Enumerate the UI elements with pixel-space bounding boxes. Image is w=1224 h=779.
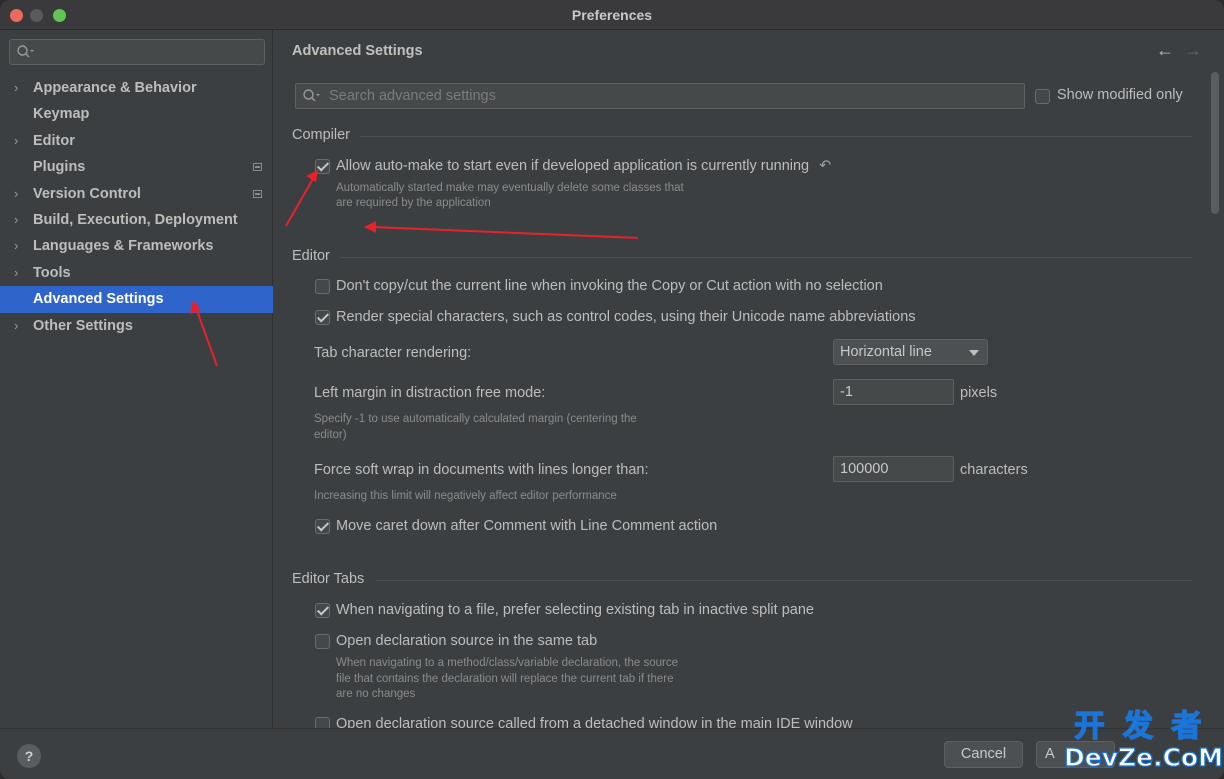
section-divider xyxy=(360,136,1192,137)
sidebar-item-label: Plugins xyxy=(33,159,86,176)
left-margin-hint-line-1: Specify -1 to use automatically calculat… xyxy=(314,413,637,425)
settings-nav: › Appearance & Behavior Keymap › Editor … xyxy=(0,75,273,339)
open-same-tab-hint-line-2: file that contains the declaration will … xyxy=(336,673,674,685)
open-same-tab-hint-line-1: When navigating to a method/class/variab… xyxy=(336,657,679,669)
soft-wrap-input[interactable]: 100000 xyxy=(833,456,954,482)
settings-sidebar: › Appearance & Behavior Keymap › Editor … xyxy=(0,30,273,728)
checkbox[interactable] xyxy=(1035,89,1050,104)
sidebar-item-label: Advanced Settings xyxy=(33,291,164,308)
soft-wrap-hint: Increasing this limit will negatively af… xyxy=(314,490,617,502)
automake-hint-line-1: Automatically started make may eventuall… xyxy=(336,182,684,194)
help-button[interactable]: ? xyxy=(17,744,41,768)
tab-rendering-value: Horizontal line xyxy=(840,344,932,360)
render-special-checkbox[interactable] xyxy=(315,310,330,325)
forward-arrow-icon[interactable]: → xyxy=(1184,40,1202,61)
section-title-editor: Editor xyxy=(292,248,330,264)
render-special-label: Render special characters, such as contr… xyxy=(336,309,916,325)
prefer-existing-tab-label: When navigating to a file, prefer select… xyxy=(336,602,814,618)
tab-rendering-label: Tab character rendering: xyxy=(314,345,472,361)
prefer-existing-tab-checkbox[interactable] xyxy=(315,603,330,618)
reset-icon[interactable]: ↶ xyxy=(819,158,831,174)
vertical-scrollbar[interactable] xyxy=(1211,72,1219,214)
sidebar-item-tools[interactable]: › Tools xyxy=(0,260,273,286)
open-detached-checkbox[interactable] xyxy=(315,717,330,728)
watermark-logo: 开 发 者 DevZe.CoM xyxy=(1063,709,1223,774)
chevron-right-icon: › xyxy=(14,211,19,227)
sidebar-item-label: Appearance & Behavior xyxy=(33,80,197,96)
left-margin-unit: pixels xyxy=(960,385,998,401)
left-margin-input[interactable]: -1 xyxy=(833,379,954,405)
chevron-right-icon: › xyxy=(14,264,19,280)
move-caret-label: Move caret down after Comment with Line … xyxy=(336,518,718,534)
sidebar-item-version-control[interactable]: › Version Control xyxy=(0,181,273,207)
automake-label-text: Allow auto-make to start even if develop… xyxy=(336,158,810,174)
automake-hint-line-2: are required by the application xyxy=(336,197,491,209)
chevron-right-icon: › xyxy=(14,238,19,254)
chevron-right-icon: › xyxy=(14,80,19,95)
sidebar-item-other-settings[interactable]: › Other Settings xyxy=(0,313,273,339)
move-caret-checkbox[interactable] xyxy=(315,519,330,534)
search-icon xyxy=(303,89,320,102)
chevron-right-icon: › xyxy=(14,185,19,201)
sidebar-item-keymap[interactable]: Keymap xyxy=(0,101,273,127)
open-same-tab-checkbox[interactable] xyxy=(315,634,330,649)
search-input[interactable] xyxy=(329,87,1009,105)
cancel-button[interactable]: Cancel xyxy=(944,741,1023,768)
watermark-line-2: DevZe.CoM xyxy=(1063,743,1223,772)
section-title-editor-tabs: Editor Tabs xyxy=(292,571,365,587)
sidebar-search-input[interactable] xyxy=(9,39,265,65)
show-modified-only-label: Show modified only xyxy=(1057,87,1183,103)
automake-checkbox[interactable] xyxy=(315,159,330,174)
search-icon xyxy=(17,45,34,58)
settings-content: Advanced Settings ← → Show modified only… xyxy=(274,30,1224,728)
advanced-settings-search[interactable] xyxy=(295,83,1025,109)
chevron-right-icon: › xyxy=(14,317,19,333)
sidebar-item-languages-frameworks[interactable]: › Languages & Frameworks xyxy=(0,233,273,259)
automake-label: Allow auto-make to start even if develop… xyxy=(336,158,831,174)
open-same-tab-hint-line-3: are no changes xyxy=(336,688,416,700)
window-title: Preferences xyxy=(571,7,653,23)
soft-wrap-unit: characters xyxy=(960,462,1028,478)
sidebar-item-plugins[interactable]: Plugins xyxy=(0,154,273,180)
tab-rendering-dropdown[interactable]: Horizontal line xyxy=(833,339,988,365)
copy-cut-label: Don't copy/cut the current line when inv… xyxy=(336,278,883,294)
sidebar-item-label: Tools xyxy=(33,264,71,281)
sidebar-item-advanced-settings[interactable]: Advanced Settings xyxy=(0,286,273,313)
section-divider xyxy=(340,257,1192,258)
sidebar-item-label: Build, Execution, Deployment xyxy=(33,211,238,228)
open-same-tab-label: Open declaration source in the same tab xyxy=(336,633,598,649)
watermark-line-1: 开 发 者 xyxy=(1074,709,1206,745)
open-detached-label: Open declaration source called from a de… xyxy=(336,716,853,728)
chevron-right-icon: › xyxy=(14,132,19,148)
left-margin-label: Left margin in distraction free mode: xyxy=(314,385,546,401)
copy-cut-checkbox[interactable] xyxy=(315,279,330,294)
sidebar-item-label: Other Settings xyxy=(33,317,133,334)
modified-indicator-icon xyxy=(253,189,262,198)
left-margin-hint-line-2: editor) xyxy=(314,429,347,441)
page-title: Advanced Settings xyxy=(292,43,423,59)
modified-indicator-icon xyxy=(253,163,262,172)
sidebar-item-label: Editor xyxy=(33,132,75,149)
sidebar-item-editor[interactable]: › Editor xyxy=(0,128,273,154)
sidebar-item-label: Keymap xyxy=(33,106,90,123)
soft-wrap-label: Force soft wrap in documents with lines … xyxy=(314,462,649,478)
section-divider xyxy=(376,580,1192,581)
section-title-compiler: Compiler xyxy=(292,127,351,143)
preferences-window: Preferences › Appearance & Behavior Keym… xyxy=(0,0,1224,779)
sidebar-item-build-execution-deployment[interactable]: › Build, Execution, Deployment xyxy=(0,207,273,233)
sidebar-item-appearance-behavior[interactable]: › Appearance & Behavior xyxy=(0,75,273,101)
back-arrow-icon[interactable]: ← xyxy=(1156,40,1174,61)
chevron-down-icon xyxy=(969,350,979,356)
title-bar: Preferences xyxy=(0,0,1224,30)
dialog-footer: ? Cancel A xyxy=(0,728,1224,779)
sidebar-item-label: Languages & Frameworks xyxy=(33,238,214,255)
sidebar-item-label: Version Control xyxy=(33,185,141,202)
